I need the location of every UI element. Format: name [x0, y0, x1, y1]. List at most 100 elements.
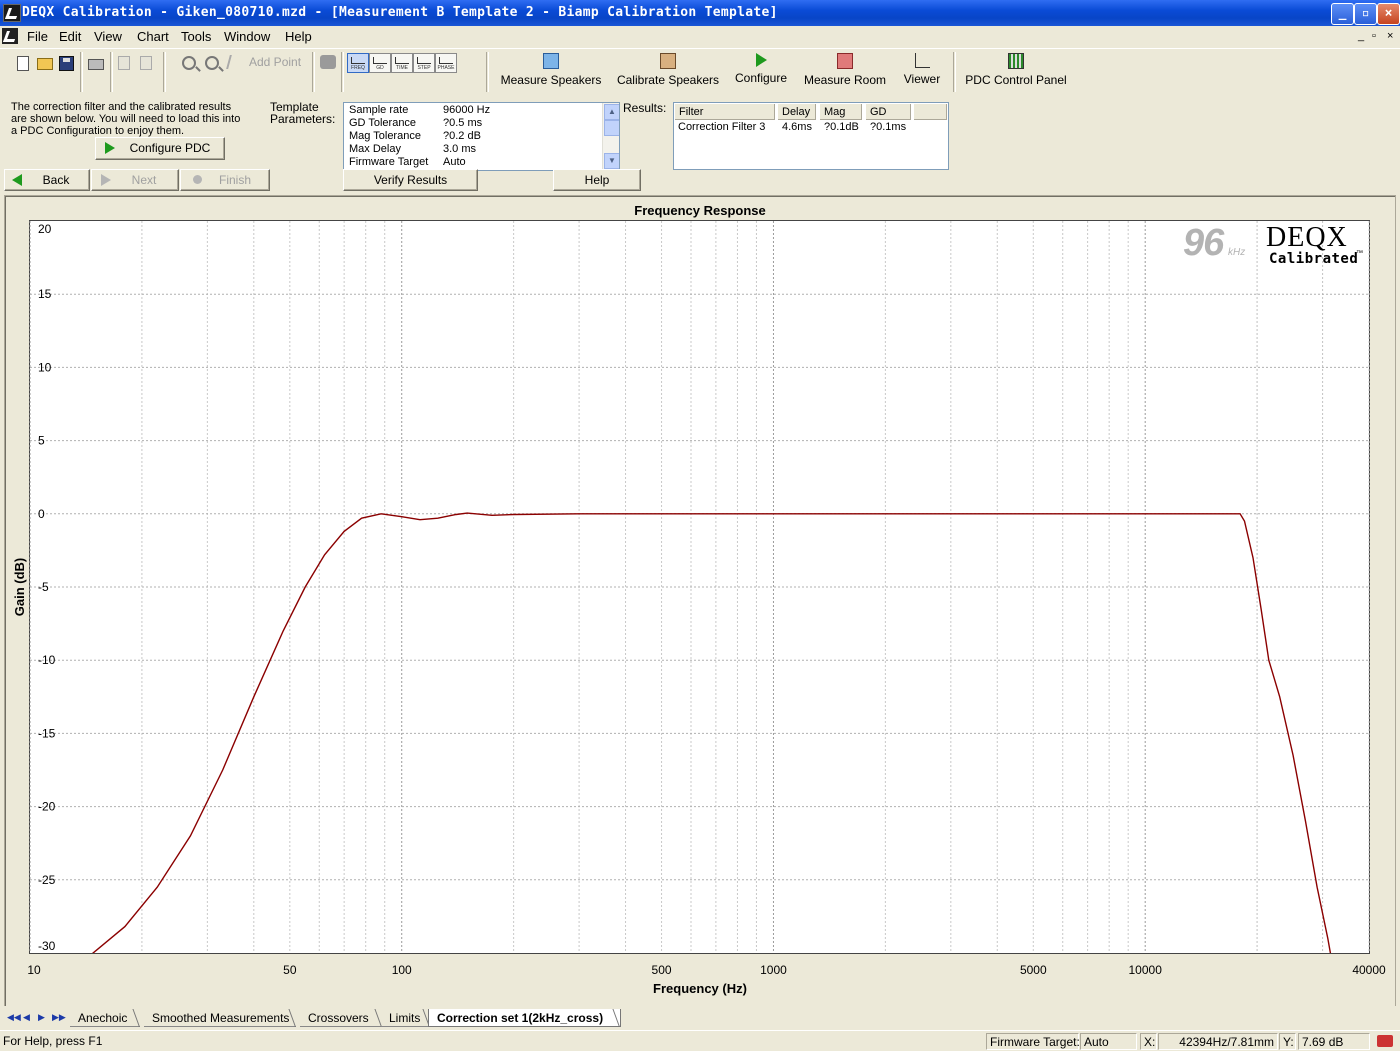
document-icon[interactable]: [2, 28, 18, 44]
toolbar-separator: [312, 52, 315, 92]
time-view-button[interactable]: TIME: [391, 53, 413, 73]
pdc-control-panel-button[interactable]: PDC Control Panel: [965, 53, 1067, 87]
pdc-control-panel-label: PDC Control Panel: [965, 73, 1067, 87]
param-name: Mag Tolerance: [349, 130, 421, 142]
configure-button[interactable]: Configure: [733, 53, 789, 85]
back-label: Back: [42, 173, 70, 187]
results-table[interactable]: Filter Delay Mag GD Correction Filter 3 …: [673, 102, 949, 170]
param-row: GD Tolerance ?0.5 ms: [349, 117, 604, 130]
next-arrow-icon: [101, 174, 111, 186]
firmware-value-pane: Auto: [1080, 1033, 1137, 1050]
param-row: Max Delay 3.0 ms: [349, 143, 604, 156]
scroll-up-icon[interactable]: ▲: [604, 104, 619, 120]
copy-icon: [118, 56, 130, 70]
pdc-panel-icon: [1008, 53, 1024, 69]
param-value: ?0.2 dB: [443, 130, 481, 142]
logo-calibrated: Calibrated: [1269, 251, 1359, 267]
results-cell-mag: ?0.1dB: [824, 121, 859, 133]
zoom-out-icon[interactable]: [182, 56, 196, 70]
menu-chart[interactable]: Chart: [137, 29, 169, 44]
restore-button[interactable]: ▫: [1354, 3, 1377, 25]
menu-bar: File Edit View Chart Tools Window Help _…: [0, 26, 1400, 48]
measure-speakers-button[interactable]: Measure Speakers: [500, 53, 602, 87]
calibrate-speakers-button[interactable]: Calibrate Speakers: [616, 53, 720, 87]
mdi-close-button[interactable]: ×: [1387, 30, 1393, 42]
mdi-restore-button[interactable]: ▫: [1372, 30, 1376, 42]
freq-view-button[interactable]: FREQ: [347, 53, 369, 73]
toolbar-separator: [486, 52, 489, 92]
add-point-button[interactable]: Add Point: [249, 55, 301, 69]
column-header-gd[interactable]: GD: [866, 104, 911, 120]
tab-limits[interactable]: Limits: [381, 1009, 430, 1027]
scroll-thumb[interactable]: [604, 120, 619, 136]
measure-room-icon: [837, 53, 853, 69]
save-icon[interactable]: [59, 56, 74, 71]
mdi-minimize-button[interactable]: _: [1358, 30, 1364, 42]
menu-view[interactable]: View: [94, 29, 122, 44]
tab-last-icon[interactable]: ▶▶: [52, 1012, 66, 1023]
tab-prev-icon[interactable]: ◀: [23, 1012, 30, 1023]
results-label: Results:: [623, 101, 667, 115]
print-icon[interactable]: [88, 59, 104, 70]
menu-window[interactable]: Window: [224, 29, 270, 44]
title-bar[interactable]: DEQX Calibration - Giken_080710.mzd - [M…: [0, 0, 1400, 26]
menu-tools[interactable]: Tools: [181, 29, 211, 44]
status-help-text: For Help, press F1: [3, 1034, 103, 1048]
add-point-icon: [226, 55, 244, 69]
tab-smoothed-measurements[interactable]: Smoothed Measurements: [144, 1009, 296, 1027]
column-header-delay[interactable]: Delay: [778, 104, 816, 120]
toolbar-separator: [110, 52, 113, 92]
column-header-blank: [914, 104, 947, 120]
measure-room-button[interactable]: Measure Room: [803, 53, 887, 87]
phase-view-button[interactable]: PHASE: [435, 53, 457, 73]
new-file-icon[interactable]: [17, 56, 29, 71]
param-value: 3.0 ms: [443, 143, 477, 155]
plot-area[interactable]: [29, 220, 1370, 954]
tab-next-icon[interactable]: ▶: [38, 1012, 45, 1023]
param-value: ?0.5 ms: [443, 117, 483, 129]
y-value-pane: 7.69 dB: [1298, 1033, 1370, 1050]
gd-view-button[interactable]: GD: [369, 53, 391, 73]
results-cell-filter[interactable]: Correction Filter 3: [674, 121, 765, 133]
open-folder-icon[interactable]: [37, 58, 53, 70]
menu-edit[interactable]: Edit: [59, 29, 81, 44]
measure-icon[interactable]: [320, 55, 336, 69]
template-parameters-label: Template Parameters:: [270, 100, 336, 126]
window-title: DEQX Calibration - Giken_080710.mzd - [M…: [22, 5, 778, 20]
param-name: Firmware Target: [349, 156, 429, 168]
param-value: 96000 Hz: [443, 104, 491, 116]
toolbar-separator: [341, 52, 344, 92]
param-row: Mag Tolerance ?0.2 dB: [349, 130, 604, 143]
status-tray-icon[interactable]: [1377, 1035, 1393, 1047]
parameters-scrollbar[interactable]: ▲ ▼: [602, 103, 619, 170]
measure-speakers-label: Measure Speakers: [500, 73, 602, 87]
menu-file[interactable]: File: [27, 29, 48, 44]
column-header-filter[interactable]: Filter: [675, 104, 775, 120]
viewer-button[interactable]: Viewer: [901, 53, 943, 86]
x-label-pane: X:: [1140, 1033, 1157, 1050]
next-button[interactable]: Next: [91, 169, 179, 191]
tab-correction-set-1[interactable]: Correction set 1(2kHz_cross): [428, 1009, 621, 1027]
app-icon[interactable]: [3, 4, 21, 22]
results-cell-delay: 4.6ms: [782, 121, 812, 133]
back-button[interactable]: Back: [4, 169, 90, 191]
close-button[interactable]: ×: [1377, 3, 1400, 25]
zoom-in-icon[interactable]: [205, 56, 219, 70]
scroll-down-icon[interactable]: ▼: [604, 153, 619, 169]
minimize-button[interactable]: _: [1331, 3, 1354, 25]
status-bar: For Help, press F1 Firmware Target: Auto…: [0, 1030, 1400, 1051]
template-parameters-list[interactable]: Sample rate 96000 Hz GD Tolerance ?0.5 m…: [343, 102, 620, 171]
tab-anechoic[interactable]: Anechoic: [70, 1009, 140, 1027]
param-name: Sample rate: [349, 104, 409, 116]
help-button[interactable]: Help: [553, 169, 641, 191]
wizard-info-text: The correction filter and the calibrated…: [11, 101, 241, 137]
tab-first-icon[interactable]: ◀◀: [7, 1012, 21, 1023]
configure-pdc-button[interactable]: Configure PDC: [95, 137, 225, 160]
finish-button[interactable]: Finish: [180, 169, 270, 191]
menu-help[interactable]: Help: [285, 29, 312, 44]
tab-crossovers[interactable]: Crossovers: [300, 1009, 382, 1027]
step-view-button[interactable]: STEP: [413, 53, 435, 73]
verify-results-button[interactable]: Verify Results: [343, 169, 478, 191]
toolbar: Add Point FREQ GD TIME STEP PHASE Measur…: [0, 48, 1400, 97]
column-header-mag[interactable]: Mag: [820, 104, 862, 120]
